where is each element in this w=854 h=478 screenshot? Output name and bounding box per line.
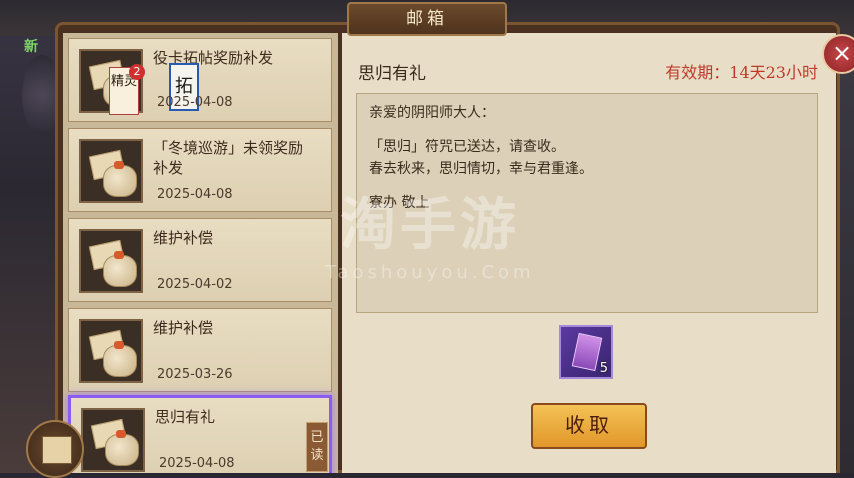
envelope-bundle-icon: [81, 408, 145, 472]
mail-title: 「冬境巡游」未领奖励补发: [153, 139, 304, 177]
talisman-icon: [571, 332, 603, 372]
mail-date: 2025-04-08: [159, 456, 235, 471]
mail-date: 2025-03-26: [157, 367, 233, 382]
mail-date: 2025-04-08: [157, 95, 233, 110]
mail-date: 2025-04-08: [157, 187, 233, 202]
detail-title: 思归有礼: [358, 64, 426, 84]
envelope-bundle-icon: [79, 139, 143, 203]
mail-item[interactable]: 维护补偿 2025-04-02: [68, 218, 332, 302]
gift-icon: [42, 436, 72, 464]
watermark-sub: Taoshouyou.Com: [325, 262, 535, 283]
window-title: 邮箱: [347, 2, 507, 36]
envelope-bundle-icon: [79, 319, 143, 383]
claim-button[interactable]: 收取: [531, 403, 647, 449]
reward-item[interactable]: 5: [559, 325, 613, 379]
envelope-bundle-icon: [79, 229, 143, 293]
mail-title: 维护补偿: [153, 319, 214, 337]
body-line: 「思归」符咒已送达，请查收。: [369, 139, 565, 155]
mail-date: 2025-04-02: [157, 277, 233, 292]
validity-text: 有效期：14天23小时: [665, 63, 818, 82]
read-tag: 已读: [306, 422, 328, 472]
gift-button[interactable]: [26, 420, 84, 478]
new-indicator: 新: [24, 39, 38, 55]
mail-item[interactable]: 维护补偿 2025-03-26: [68, 308, 332, 392]
mail-title: 思归有礼: [155, 408, 216, 426]
reward-count: 5: [599, 361, 608, 376]
mail-list[interactable]: 精灵 2 役卡拓帖奖励补发 拓 2025-04-08 「冬境巡游」未领奖励补发 …: [63, 33, 338, 473]
body-line: 亲爱的阴阳师大人：: [369, 105, 495, 121]
mail-title: 维护补偿: [153, 229, 214, 247]
body-line: 春去秋来，思归情切，幸与君重逢。: [369, 161, 593, 177]
close-icon: ×: [831, 39, 853, 67]
mail-item[interactable]: 「冬境巡游」未领奖励补发 2025-04-08: [68, 128, 332, 212]
count-badge: 2: [129, 64, 145, 80]
close-button[interactable]: ×: [822, 34, 854, 74]
watermark: 淘手游: [340, 193, 520, 258]
mail-item-selected[interactable]: 思归有礼 2025-04-08 已读: [68, 395, 332, 473]
mail-item[interactable]: 精灵 2 役卡拓帖奖励补发 拓 2025-04-08: [68, 38, 332, 122]
